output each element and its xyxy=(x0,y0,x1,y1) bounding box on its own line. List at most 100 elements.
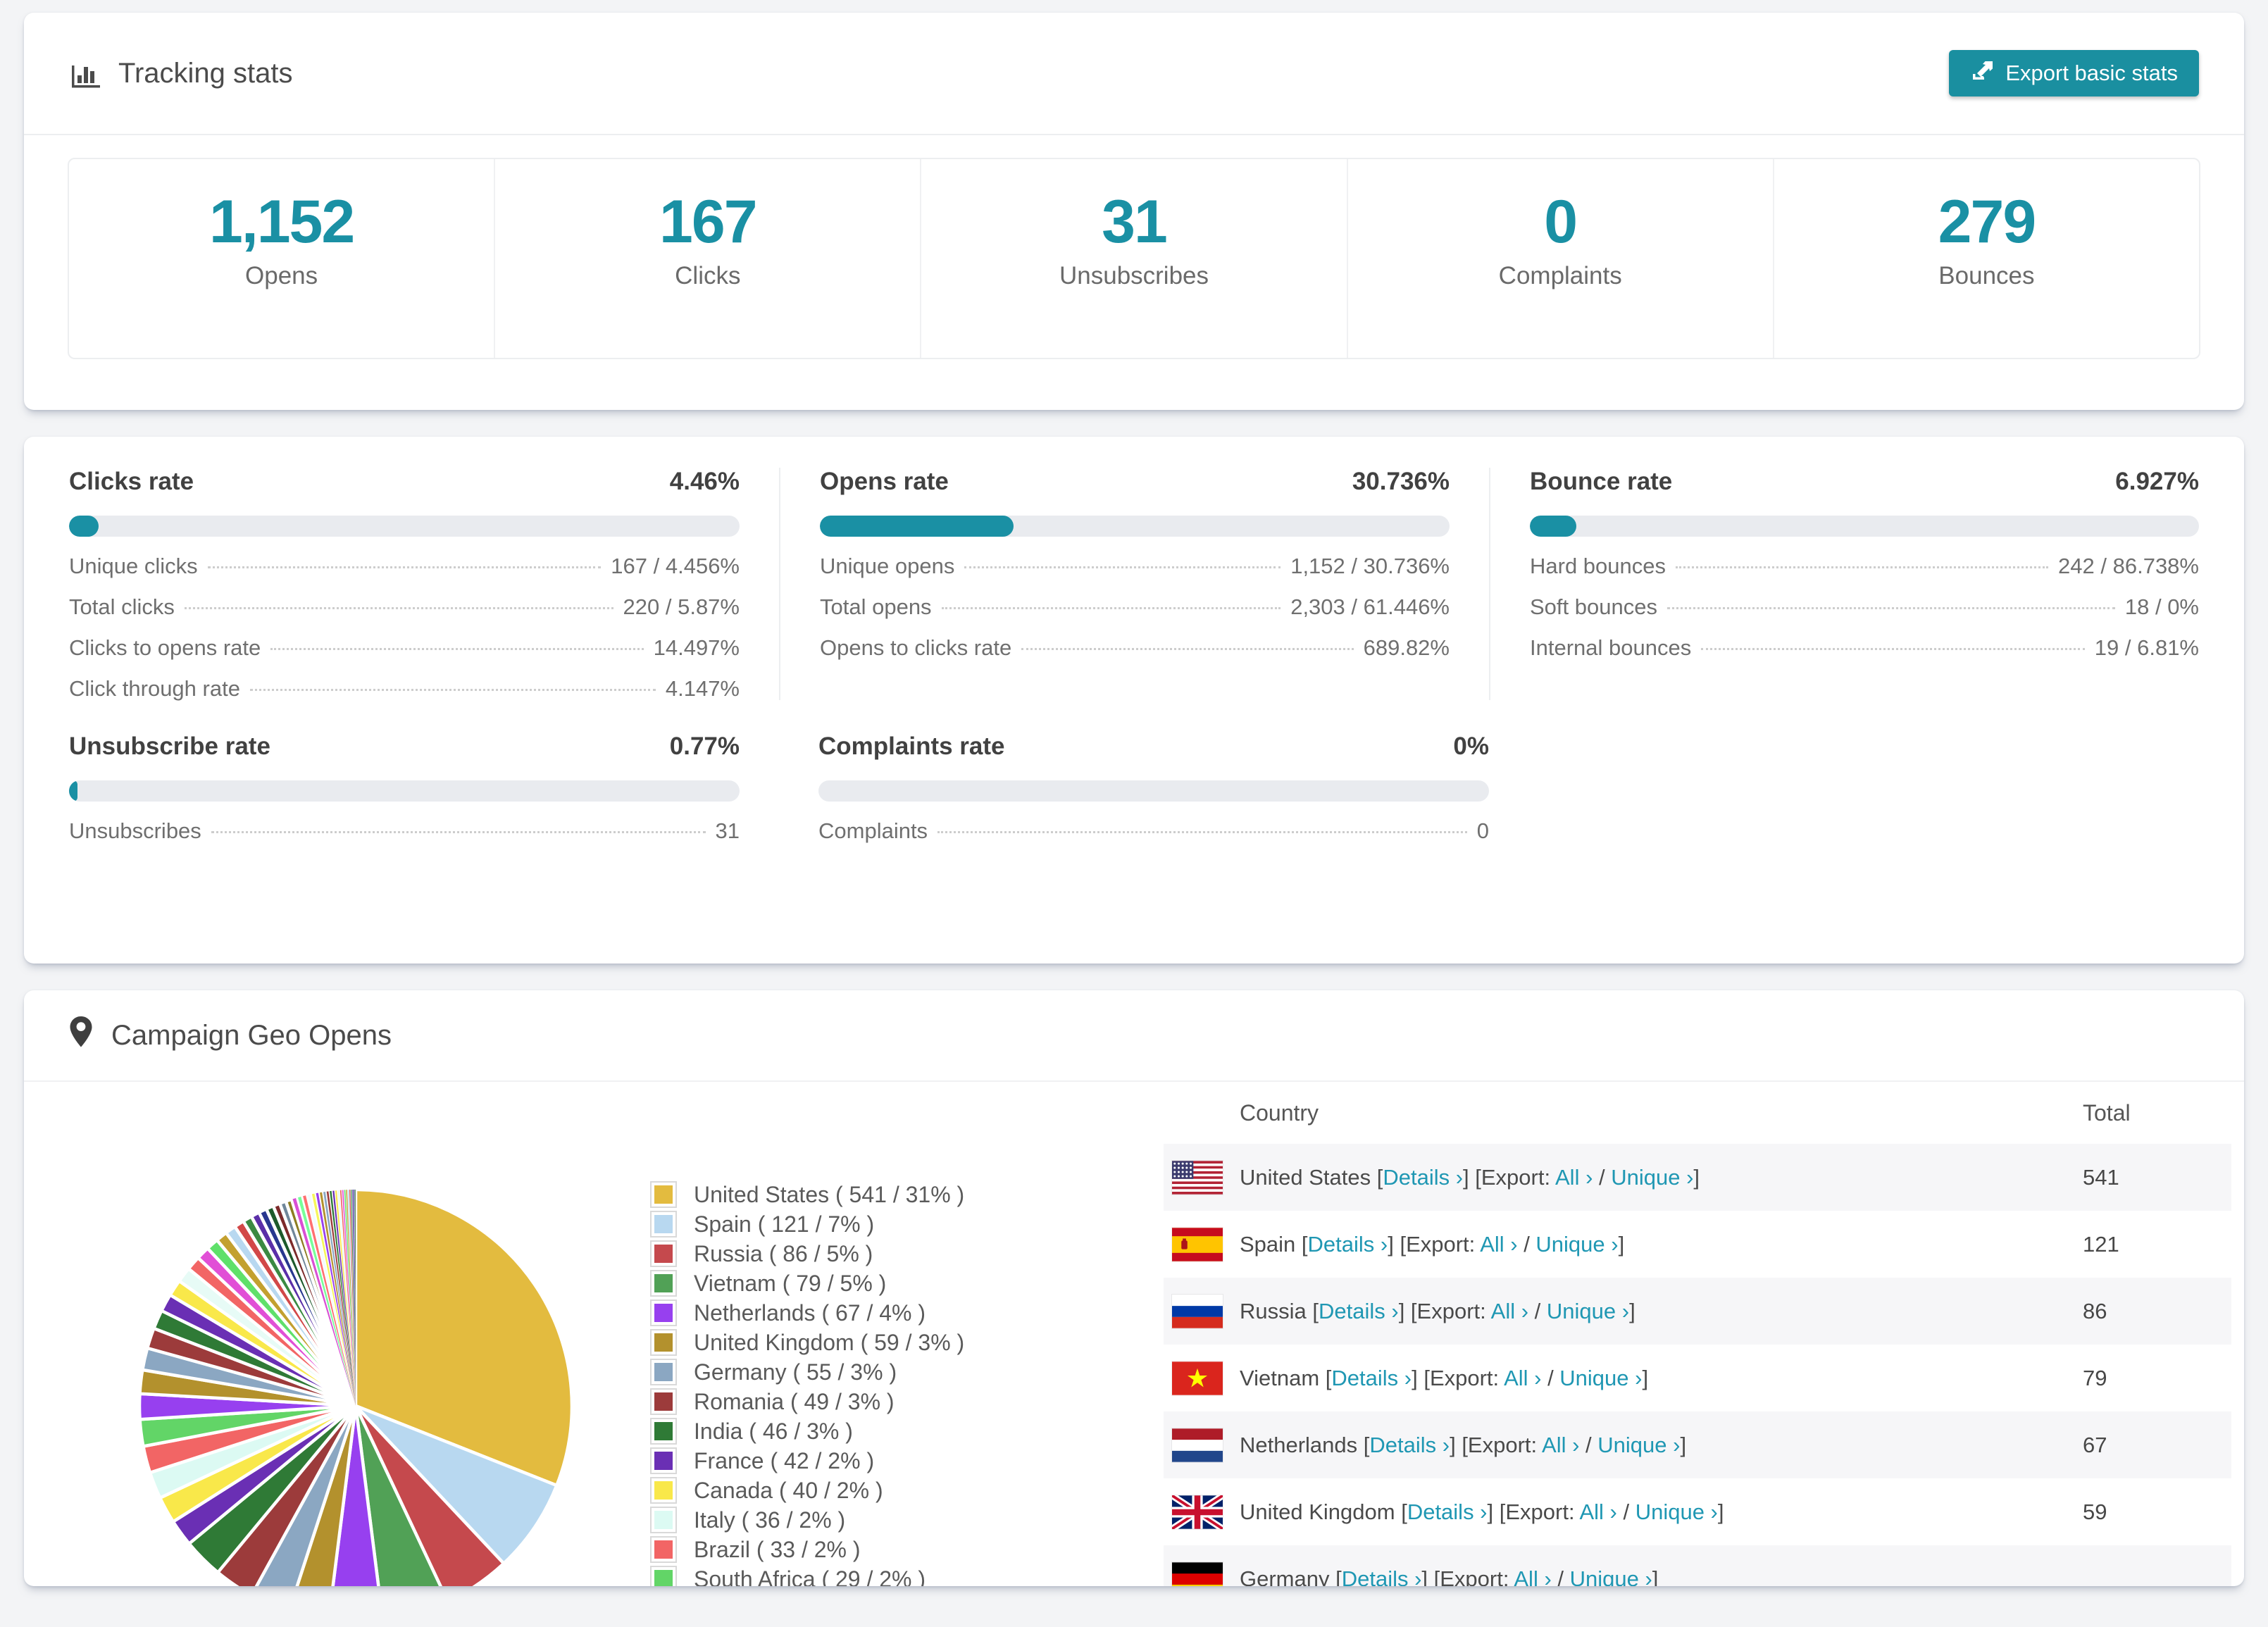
export-basic-stats-button[interactable]: Export basic stats xyxy=(1949,50,2199,96)
legend-item-label: Italy ( 36 / 2% ) xyxy=(694,1507,846,1533)
geo-table-total-cell: 79 xyxy=(2083,1365,2107,1390)
export-unique-link[interactable]: Unique › xyxy=(1570,1566,1652,1587)
bracket-text: [ xyxy=(1306,1298,1319,1323)
export-all-link[interactable]: All › xyxy=(1542,1433,1579,1457)
export-label-text: ] [Export: xyxy=(1463,1164,1555,1190)
country-flag-icon xyxy=(1172,1160,1223,1195)
geo-table-country-cell: Germany [Details ›] [Export: All › / Uni… xyxy=(1164,1561,2083,1587)
separator-text: / xyxy=(1517,1231,1536,1257)
rate-detail-value: 242 / 86.738% xyxy=(2058,554,2199,578)
export-unique-link[interactable]: Unique › xyxy=(1597,1433,1680,1457)
export-unique-link[interactable]: Unique › xyxy=(1535,1232,1618,1257)
rate-section-head: Bounce rate 6.927% xyxy=(1530,468,2199,496)
rate-detail-label: Click through rate xyxy=(69,676,240,701)
export-unique-link[interactable]: Unique › xyxy=(1547,1299,1629,1323)
details-link[interactable]: Details › xyxy=(1383,1165,1463,1190)
rate-detail-row: Complaints 0 xyxy=(818,818,1489,843)
dotted-leader xyxy=(964,566,1281,568)
rate-detail-value: 0 xyxy=(1476,818,1489,843)
details-link[interactable]: Details › xyxy=(1407,1500,1488,1524)
rate-progress-fill xyxy=(69,780,77,802)
rate-section: Clicks rate 4.46% Unique clicks 167 / 4.… xyxy=(69,468,779,701)
export-unique-link[interactable]: Unique › xyxy=(1635,1500,1718,1524)
rate-detail-rows: Unique clicks 167 / 4.456% Total clicks … xyxy=(69,554,740,701)
country-name: United Kingdom xyxy=(1240,1499,1395,1524)
geo-table-country-links: Russia [Details ›] [Export: All › / Uniq… xyxy=(1240,1299,1635,1324)
summary-stat-cell: 167 Clicks xyxy=(495,159,922,358)
rate-detail-label: Internal bounces xyxy=(1530,635,1692,660)
bracket-text: [ xyxy=(1295,1231,1308,1257)
geo-table-total-cell: 67 xyxy=(2083,1432,2107,1457)
bracket-text: ] xyxy=(1629,1298,1635,1323)
dotted-leader xyxy=(1701,648,2085,650)
dotted-leader xyxy=(211,831,706,833)
tracking-stats-header: Tracking stats Export basic stats xyxy=(24,13,2244,135)
summary-stats-row: 1,152 Opens 167 Clicks 31 Unsubscribes 0… xyxy=(68,158,2200,359)
summary-stat-value: 279 xyxy=(1938,188,2037,256)
rate-progress-fill xyxy=(69,516,99,537)
country-name: Spain xyxy=(1240,1231,1296,1257)
country-name: Vietnam xyxy=(1240,1365,1320,1390)
legend-color-swatch xyxy=(652,1567,675,1586)
rate-section-head: Unsubscribe rate 0.77% xyxy=(69,733,740,761)
rate-detail-label: Unique opens xyxy=(820,554,955,578)
export-label-text: ] [Export: xyxy=(1388,1231,1481,1257)
export-unique-link[interactable]: Unique › xyxy=(1559,1366,1642,1390)
rate-detail-value: 2,303 / 61.446% xyxy=(1290,594,1450,619)
rate-detail-value: 19 / 6.81% xyxy=(2094,635,2199,660)
geo-table-country-links: United Kingdom [Details ›] [Export: All … xyxy=(1240,1500,1724,1525)
geo-table-body: United States [Details ›] [Export: All ›… xyxy=(1164,1144,2231,1586)
export-all-link[interactable]: All › xyxy=(1480,1232,1517,1257)
rate-progress-bar xyxy=(69,780,740,802)
legend-item-label: Spain ( 121 / 7% ) xyxy=(694,1211,875,1237)
rate-detail-row: Total opens 2,303 / 61.446% xyxy=(820,594,1450,619)
rate-detail-row: Click through rate 4.147% xyxy=(69,676,740,701)
rate-section-title: Unsubscribe rate xyxy=(69,733,270,760)
tracking-stats-title-text: Tracking stats xyxy=(118,57,293,89)
export-all-link[interactable]: All › xyxy=(1504,1366,1541,1390)
geo-table-row: Spain [Details ›] [Export: All › / Uniqu… xyxy=(1164,1211,2231,1278)
geo-table-header-total: Total xyxy=(2083,1099,2131,1126)
country-flag-icon xyxy=(1172,1428,1223,1462)
legend-item: Romania ( 49 / 3% ) xyxy=(652,1387,964,1416)
dotted-leader xyxy=(184,607,613,609)
export-all-link[interactable]: All › xyxy=(1579,1500,1616,1524)
rate-detail-row: Soft bounces 18 / 0% xyxy=(1530,594,2199,619)
geo-table-row: Germany [Details ›] [Export: All › / Uni… xyxy=(1164,1545,2231,1586)
geo-table-row: Russia [Details ›] [Export: All › / Uniq… xyxy=(1164,1278,2231,1345)
legend-item: Vietnam ( 79 / 5% ) xyxy=(652,1268,964,1298)
summary-stat-label: Bounces xyxy=(1938,262,2035,289)
country-name: Russia xyxy=(1240,1298,1307,1323)
rate-detail-rows: Hard bounces 242 / 86.738% Soft bounces … xyxy=(1530,554,2199,660)
legend-item-label: Russia ( 86 / 5% ) xyxy=(694,1240,873,1266)
bracket-text: [ xyxy=(1371,1164,1383,1190)
export-all-link[interactable]: All › xyxy=(1491,1299,1528,1323)
details-link[interactable]: Details › xyxy=(1342,1566,1422,1587)
legend-color-swatch xyxy=(652,1419,675,1443)
legend-item: Italy ( 36 / 2% ) xyxy=(652,1505,964,1535)
details-link[interactable]: Details › xyxy=(1331,1366,1412,1390)
rate-section-title: Clicks rate xyxy=(69,468,194,495)
geo-opens-title-text: Campaign Geo Opens xyxy=(111,1019,392,1051)
export-all-link[interactable]: All › xyxy=(1514,1566,1551,1587)
dotted-leader xyxy=(1676,566,2049,568)
details-link[interactable]: Details › xyxy=(1308,1232,1388,1257)
legend-item: United Kingdom ( 59 / 3% ) xyxy=(652,1328,964,1357)
separator-text: / xyxy=(1551,1566,1570,1587)
rate-detail-rows: Unique opens 1,152 / 30.736% Total opens… xyxy=(820,554,1450,660)
dotted-leader xyxy=(941,607,1281,609)
separator-text: / xyxy=(1541,1365,1560,1390)
country-flag-icon xyxy=(1172,1361,1223,1395)
export-all-link[interactable]: All › xyxy=(1555,1165,1593,1190)
dotted-leader xyxy=(1666,607,2115,609)
legend-item: France ( 42 / 2% ) xyxy=(652,1446,964,1476)
legend-item-label: France ( 42 / 2% ) xyxy=(694,1447,875,1473)
rate-section-title: Complaints rate xyxy=(818,733,1005,760)
details-link[interactable]: Details › xyxy=(1319,1299,1399,1323)
rate-detail-row: Total clicks 220 / 5.87% xyxy=(69,594,740,619)
details-link[interactable]: Details › xyxy=(1369,1433,1450,1457)
rate-detail-label: Clicks to opens rate xyxy=(69,635,261,660)
summary-stat-label: Unsubscribes xyxy=(1059,262,1209,289)
export-unique-link[interactable]: Unique › xyxy=(1611,1165,1693,1190)
legend-color-swatch xyxy=(652,1330,675,1354)
